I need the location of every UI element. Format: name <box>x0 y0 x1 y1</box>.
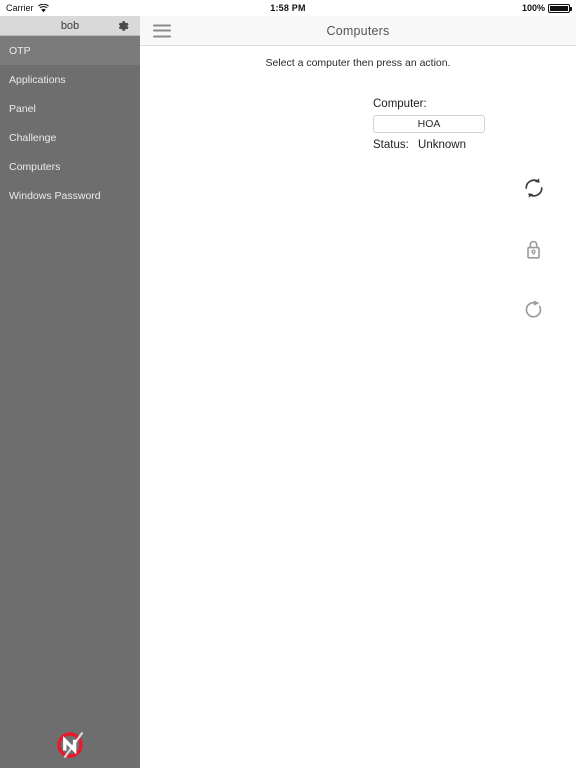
status-line: Status: Unknown <box>373 139 576 151</box>
status-bar-right: 100% <box>521 0 572 16</box>
computer-value: HOA <box>417 118 441 130</box>
lock-button[interactable] <box>496 237 571 298</box>
main-panel: Computers Select a computer then press a… <box>140 16 576 768</box>
computer-form: Computer: HOA Status: Unknown <box>140 98 576 151</box>
sidebar-item-windows-password[interactable]: Windows Password <box>0 181 140 210</box>
status-bar-clock: 1:58 PM <box>270 3 306 13</box>
sidebar-item-label: Panel <box>9 102 36 115</box>
logoff-button[interactable] <box>571 237 576 298</box>
action-row-1 <box>496 176 576 237</box>
unlock-button[interactable] <box>571 176 576 237</box>
sidebar-item-label: Computers <box>9 160 61 173</box>
content-area: Select a computer then press an action. … <box>140 46 576 318</box>
sidebar-item-applications[interactable]: Applications <box>0 65 140 94</box>
navigation-bar: Computers <box>140 16 576 46</box>
battery-full-icon <box>548 3 572 13</box>
netwrix-bolt-logo <box>50 728 90 762</box>
sidebar: bob OTP Applications Panel Challenge Com… <box>0 16 140 768</box>
sidebar-item-otp[interactable]: OTP <box>0 36 140 65</box>
sidebar-item-computers[interactable]: Computers <box>0 152 140 181</box>
status-value: Unknown <box>418 139 466 151</box>
computer-label: Computer: <box>373 98 427 110</box>
shutdown-button[interactable] <box>571 298 576 359</box>
computer-select[interactable]: HOA <box>373 115 485 133</box>
ios-status-bar: Carrier 1:58 PM 100% <box>0 0 576 16</box>
sidebar-header: bob <box>0 16 140 36</box>
restart-button[interactable] <box>496 298 571 359</box>
sidebar-item-label: OTP <box>9 44 31 57</box>
action-row-3 <box>496 298 576 359</box>
page-title: Computers <box>326 23 390 38</box>
restart-icon <box>525 300 541 318</box>
action-row-2 <box>496 237 576 298</box>
sidebar-nav-list: OTP Applications Panel Challenge Compute… <box>0 36 140 210</box>
battery-percent-label: 100% <box>521 3 545 13</box>
instruction-text: Select a computer then press an action. <box>265 57 451 69</box>
sidebar-item-label: Challenge <box>9 131 57 144</box>
sidebar-item-challenge[interactable]: Challenge <box>0 123 140 152</box>
sync-button[interactable] <box>496 176 571 237</box>
sidebar-item-label: Applications <box>9 73 66 86</box>
action-buttons-grid <box>496 176 576 359</box>
sidebar-item-panel[interactable]: Panel <box>0 94 140 123</box>
gear-icon[interactable] <box>116 19 130 33</box>
sync-icon <box>524 178 543 198</box>
sidebar-item-label: Windows Password <box>9 189 101 202</box>
status-label: Status: <box>373 139 409 151</box>
lock-icon <box>526 240 540 259</box>
app-root: Carrier 1:58 PM 100% bob OTP Application… <box>0 0 576 768</box>
